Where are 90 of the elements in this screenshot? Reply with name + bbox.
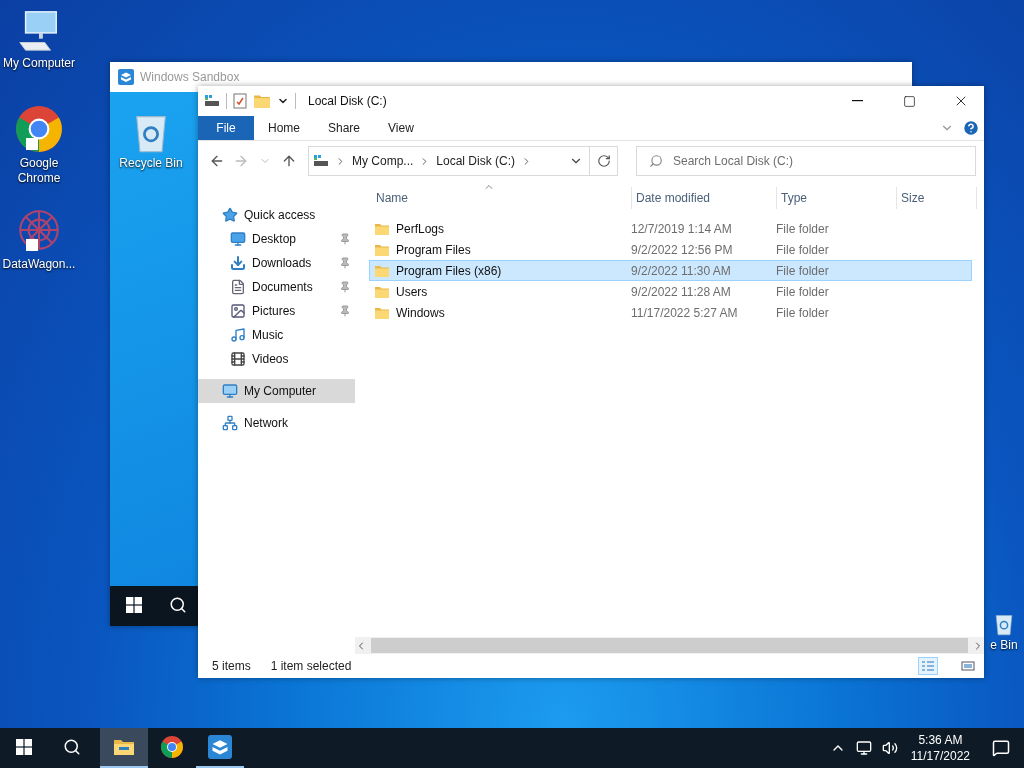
maximize-icon [902, 94, 916, 108]
windows-logo-icon [126, 597, 142, 613]
nav-item[interactable]: Network [198, 411, 355, 435]
desktop-icon-label: Recycle Bin [119, 156, 183, 171]
column-header[interactable]: Name [372, 187, 632, 209]
nav-item[interactable]: Downloads [198, 251, 355, 275]
clock[interactable]: 5:36 AM 11/17/2022 [902, 732, 978, 764]
nav-item[interactable]: Desktop [198, 227, 355, 251]
date-modified: 9/2/2022 12:56 PM [630, 242, 734, 257]
ribbon-tab[interactable]: Home [254, 116, 314, 140]
file-row[interactable]: Windows 11/17/2022 5:27 AM File folder [369, 302, 972, 323]
file-name: PerfLogs [396, 221, 445, 236]
sandbox-icon [208, 735, 232, 759]
date-modified: 9/2/2022 11:28 AM [630, 284, 732, 299]
nav-item[interactable]: My Computer [198, 379, 355, 403]
notifications-icon[interactable] [992, 739, 1010, 757]
computer-icon [222, 383, 238, 399]
file-type: File folder [775, 284, 830, 299]
breadcrumb[interactable]: My Comp... [352, 154, 414, 168]
desktop-icon[interactable]: e Bin [986, 612, 1022, 653]
desktop-icon-label: DataWagon... [2, 257, 76, 272]
file-type: File folder [775, 263, 830, 278]
search-field[interactable]: Search Local Disk (C:) [636, 146, 976, 176]
selection-count: 1 item selected [270, 659, 352, 673]
pictures-icon [230, 303, 246, 319]
desktop-icon[interactable]: My Computer [0, 8, 78, 71]
column-header[interactable]: Date modified [632, 187, 777, 209]
ribbon-tab[interactable]: Share [314, 116, 375, 140]
window-title: Local Disk (C:) [308, 94, 388, 108]
details-view-icon [921, 660, 935, 672]
up-icon[interactable] [281, 153, 297, 169]
desktop-icon[interactable]: DataWagon... [0, 205, 78, 272]
file-name: Users [396, 284, 428, 299]
column-header[interactable]: Size [897, 187, 977, 209]
date-modified: 11/17/2022 5:27 AM [630, 305, 739, 320]
nav-item[interactable]: Music [198, 323, 355, 347]
file-row[interactable]: Program Files (x86) 9/2/2022 11:30 AM File folder [369, 260, 972, 281]
file-name: Windows [396, 305, 445, 320]
nav-item[interactable]: Quick access [198, 203, 355, 227]
desktop-icon-label: Google Chrome [16, 156, 62, 186]
breadcrumb[interactable]: Local Disk (C:) [436, 154, 516, 168]
network-icon[interactable] [855, 740, 872, 756]
item-count: 5 items [212, 659, 251, 673]
file-type: File folder [775, 242, 830, 257]
search-icon [649, 154, 663, 168]
drive-icon [313, 154, 329, 168]
desktop-icon [230, 231, 246, 247]
file-row[interactable]: Users 9/2/2022 11:28 AM File folder [369, 281, 972, 302]
search-icon [169, 596, 187, 614]
file-name: Program Files (x86) [396, 263, 502, 278]
file-row[interactable]: PerfLogs 12/7/2019 1:14 AM File folder [369, 218, 972, 239]
ribbon-tab[interactable]: File [198, 116, 254, 140]
nav-item[interactable]: Pictures [198, 299, 355, 323]
minimize-icon [851, 100, 863, 102]
document-icon [230, 279, 246, 295]
large-icons-view-icon [961, 660, 975, 672]
folder-icon [253, 92, 271, 110]
desktop-icon-label: e Bin [990, 638, 1018, 653]
column-header[interactable]: Type [777, 187, 897, 209]
drive-icon [204, 94, 220, 108]
download-icon [230, 255, 246, 271]
star-icon [222, 207, 238, 223]
desktop-icon-label: My Computer [3, 56, 75, 71]
file-explorer-icon [113, 738, 135, 756]
sandbox-icon [118, 69, 134, 85]
volume-icon[interactable] [881, 740, 898, 756]
window-title: Windows Sandbox [140, 70, 241, 84]
windows-logo-icon [16, 739, 32, 755]
taskbar-app[interactable] [100, 728, 148, 768]
desktop-icon[interactable]: Google Chrome [0, 104, 78, 186]
properties-icon [233, 93, 247, 109]
file-type: File folder [775, 221, 830, 236]
chrome-icon [160, 735, 184, 759]
videos-icon [230, 351, 246, 367]
back-icon[interactable] [209, 153, 225, 169]
nav-item[interactable]: Documents [198, 275, 355, 299]
ribbon-tab[interactable]: View [374, 116, 428, 140]
music-icon [230, 327, 246, 343]
file-name: Program Files [396, 242, 471, 257]
network-icon [222, 415, 238, 431]
refresh-icon [596, 154, 611, 168]
search-icon [63, 738, 81, 756]
date-modified: 12/7/2019 1:14 AM [630, 221, 733, 236]
nav-item[interactable]: Videos [198, 347, 355, 371]
file-type: File folder [775, 305, 830, 320]
address-bar[interactable]: My Comp... Local Disk (C:) [308, 146, 618, 176]
help-icon[interactable] [962, 119, 980, 137]
chrome-icon [14, 104, 64, 154]
date-modified: 9/2/2022 11:30 AM [630, 263, 732, 278]
file-row[interactable]: Program Files 9/2/2022 12:56 PM File folder [369, 239, 972, 260]
